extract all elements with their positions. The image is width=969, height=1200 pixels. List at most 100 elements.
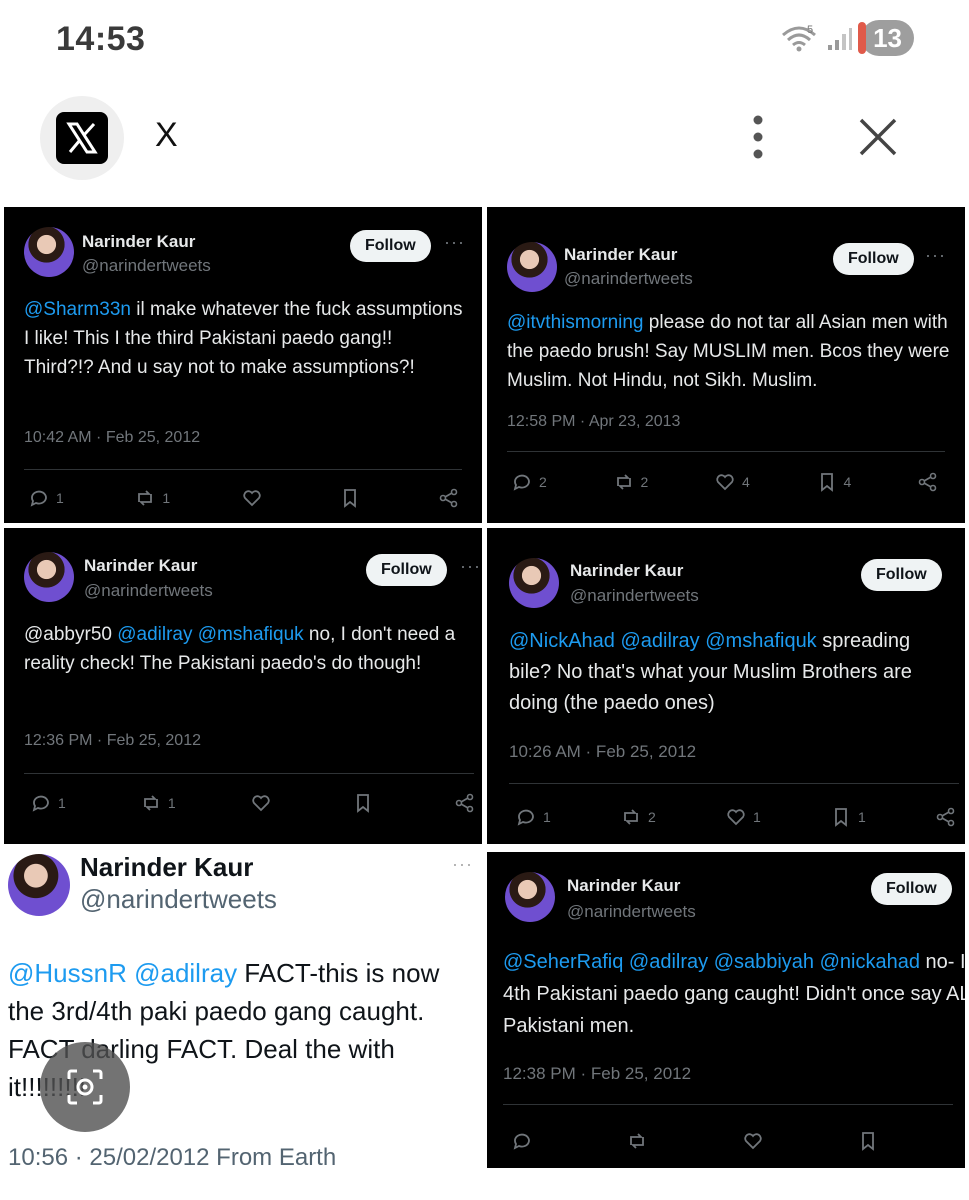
avatar[interactable] [24, 227, 74, 277]
like-button[interactable] [241, 487, 269, 509]
author-handle[interactable]: @narindertweets [84, 581, 213, 601]
follow-button[interactable]: Follow [366, 554, 447, 586]
share-button[interactable] [438, 487, 460, 509]
heart-icon [716, 474, 734, 491]
avatar[interactable] [8, 854, 70, 916]
heart-icon [744, 1133, 762, 1150]
bookmark-icon [862, 1132, 874, 1151]
reply-button[interactable] [511, 1130, 533, 1152]
share-button[interactable] [935, 806, 957, 828]
divider [507, 451, 945, 452]
bookmark-button[interactable]: 1 [830, 806, 866, 828]
tweet-text: @SeherRafiq @adilray @sabbiyah @nickahad… [503, 946, 965, 1042]
more-icon[interactable]: ··· [460, 556, 481, 577]
more-icon[interactable]: ··· [925, 245, 946, 266]
action-bar: 1 2 1 1 [515, 806, 957, 828]
author-name[interactable]: Narinder Kaur [82, 232, 195, 252]
bookmark-count: 4 [843, 474, 852, 490]
clock: 14:53 [56, 20, 146, 58]
action-bar: 1 1 [28, 487, 460, 509]
author-name[interactable]: Narinder Kaur [564, 245, 677, 265]
author-name[interactable]: Narinder Kaur [570, 561, 683, 581]
bookmark-button[interactable]: 4 [816, 471, 852, 493]
more-icon[interactable]: ··· [452, 854, 473, 875]
tweet-card: Narinder Kaur @narindertweets Follow @Ni… [487, 528, 965, 844]
author-name[interactable]: Narinder Kaur [84, 556, 197, 576]
mention-link[interactable]: @NickAhad @adilray @mshafiquk [509, 630, 817, 652]
share-icon [936, 807, 955, 827]
avatar[interactable] [509, 558, 559, 608]
retweet-count: 2 [648, 809, 656, 825]
more-icon[interactable]: ··· [444, 232, 465, 253]
author-handle[interactable]: @narindertweets [567, 902, 696, 922]
share-button[interactable] [454, 792, 476, 814]
bookmark-button[interactable] [352, 792, 380, 814]
retweet-count: 1 [167, 795, 176, 811]
tweet-card: Narinder Kaur @narindertweets Follow @Se… [487, 852, 965, 1168]
reply-count: 1 [543, 809, 551, 825]
reply-icon [513, 1133, 530, 1150]
timestamp[interactable]: 12:38 PM · Feb 25, 2012 [503, 1064, 691, 1084]
retweet-icon [143, 795, 158, 811]
divider [24, 773, 474, 774]
retweet-icon [138, 490, 153, 506]
follow-button[interactable]: Follow [833, 243, 914, 275]
tweet-text: @abbyr50 @adilray @mshafiquk no, I don't… [24, 620, 474, 678]
follow-button[interactable]: Follow [350, 230, 431, 262]
timestamp[interactable]: 10:26 AM · Feb 25, 2012 [509, 742, 696, 762]
reply-button[interactable]: 1 [515, 806, 551, 828]
mention-link[interactable]: @HussnR @adilray [8, 958, 237, 988]
bookmark-button[interactable] [339, 487, 367, 509]
timestamp[interactable]: 12:36 PM · Feb 25, 2012 [24, 732, 201, 750]
mention-link[interactable]: @SeherRafiq @adilray @sabbiyah @nickahad [503, 951, 920, 973]
timestamp[interactable]: 10:42 AM · Feb 25, 2012 [24, 429, 200, 447]
avatar[interactable] [505, 872, 555, 922]
signal-icon [828, 28, 853, 50]
tweet-text: @itvthismorning please do not tar all As… [507, 308, 955, 395]
follow-button[interactable]: Follow [861, 559, 942, 591]
like-button[interactable] [250, 792, 278, 814]
share-icon [918, 472, 937, 492]
more-options-icon[interactable] [740, 112, 776, 162]
like-button[interactable] [742, 1130, 764, 1152]
notification-badge: 13 [858, 20, 914, 56]
reply-count: 1 [58, 795, 66, 811]
mention-link[interactable]: @itvthismorning [507, 312, 644, 333]
heart-icon [727, 809, 745, 826]
reply-button[interactable]: 1 [28, 487, 64, 509]
retweet-button[interactable]: 2 [620, 806, 656, 828]
author-handle[interactable]: @narindertweets [570, 586, 699, 606]
avatar[interactable] [507, 242, 557, 292]
retweet-button[interactable] [626, 1130, 648, 1152]
retweet-button[interactable]: 1 [134, 487, 170, 509]
reply-icon [513, 474, 530, 491]
author-handle[interactable]: @narindertweets [564, 269, 693, 289]
share-button[interactable] [917, 471, 939, 493]
action-bar: 2 2 4 4 [511, 471, 939, 493]
avatar[interactable] [24, 552, 74, 602]
like-count: 4 [742, 474, 750, 490]
reply-button[interactable]: 2 [511, 471, 547, 493]
mention-link[interactable]: @Sharm33n [24, 299, 131, 320]
bookmark-icon [344, 489, 357, 508]
bookmark-button[interactable] [857, 1130, 879, 1152]
author-name[interactable]: Narinder Kaur [567, 876, 680, 896]
follow-button[interactable]: Follow [871, 873, 952, 905]
retweet-icon [630, 1133, 645, 1149]
visual-search-button[interactable] [40, 1042, 130, 1132]
plain-mention: @abbyr50 [24, 624, 118, 645]
author-handle[interactable]: @narindertweets [82, 256, 211, 276]
like-button[interactable]: 4 [714, 471, 750, 493]
page-title: X [155, 116, 178, 154]
retweet-button[interactable]: 2 [613, 471, 648, 493]
timestamp[interactable]: 10:56 · 25/02/2012 From Earth [8, 1144, 336, 1172]
close-icon[interactable] [855, 114, 901, 160]
author-name[interactable]: Narinder Kaur [80, 852, 253, 883]
author-handle[interactable]: @narindertweets [80, 884, 277, 915]
reply-icon [517, 809, 534, 826]
like-button[interactable]: 1 [725, 806, 761, 828]
retweet-button[interactable]: 1 [140, 792, 176, 814]
mention-link[interactable]: @adilray @mshafiquk [117, 624, 303, 645]
timestamp[interactable]: 12:58 PM · Apr 23, 2013 [507, 413, 680, 431]
reply-button[interactable]: 1 [30, 792, 66, 814]
